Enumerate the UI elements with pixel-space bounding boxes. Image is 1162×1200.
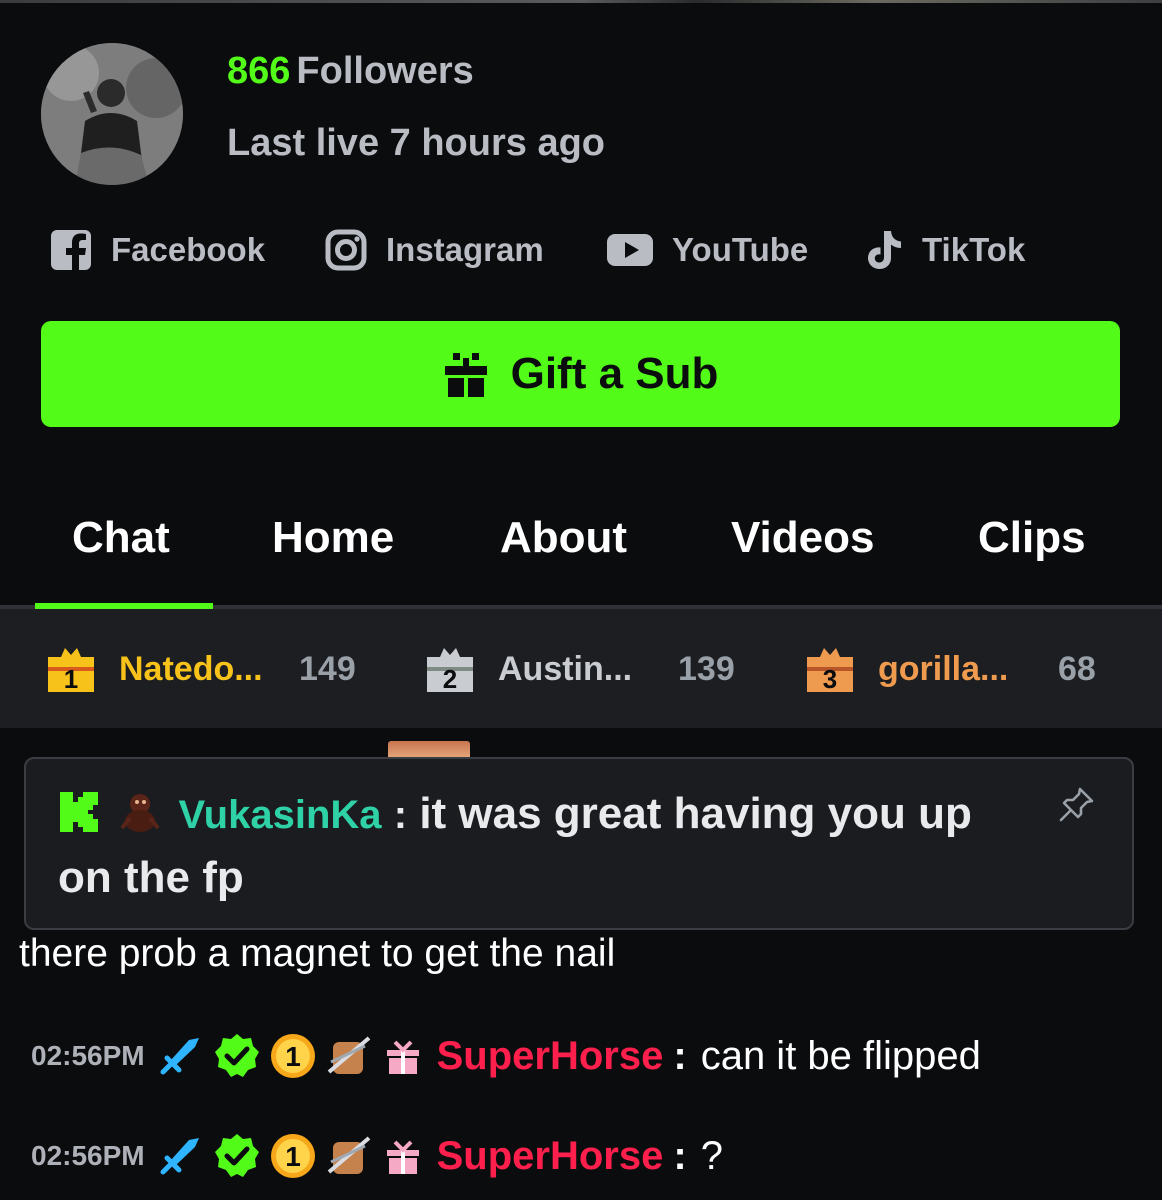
subscriber-month-1-badge-icon: 1 bbox=[270, 1034, 315, 1078]
pinned-text-line-1: it was great having you up bbox=[419, 789, 972, 838]
svg-text:1: 1 bbox=[285, 1041, 301, 1072]
leaderboard-entry-2[interactable]: 2 Austin... 139 bbox=[426, 641, 735, 697]
pinned-text-line-2: on the fp bbox=[58, 853, 244, 902]
tiktok-label: TikTok bbox=[922, 231, 1026, 268]
rank-number: 3 bbox=[823, 664, 837, 693]
instagram-icon bbox=[325, 229, 367, 271]
leaderboard-name: Natedo... bbox=[119, 649, 263, 688]
rank-number: 1 bbox=[64, 664, 78, 693]
youtube-label: YouTube bbox=[672, 231, 809, 268]
instagram-label: Instagram bbox=[386, 231, 544, 268]
leaderboard-entry-3[interactable]: 3 gorilla... 68 bbox=[806, 641, 1096, 697]
chat-message-text: there prob a magnet to get the nail bbox=[19, 932, 616, 975]
tiktok-link[interactable]: TikTok bbox=[864, 227, 1025, 273]
sword-badge-icon bbox=[160, 1038, 199, 1075]
rank-3-gift-icon: 3 bbox=[807, 648, 853, 693]
gift-sub-button[interactable]: Gift a Sub bbox=[41, 321, 1120, 427]
tab-clips[interactable]: Clips bbox=[978, 513, 1086, 563]
followers-number: 866 bbox=[227, 50, 291, 92]
instagram-link[interactable]: Instagram bbox=[324, 227, 544, 273]
verified-badge-icon bbox=[214, 1134, 259, 1177]
pinned-separator: : bbox=[393, 793, 408, 837]
chat-message-text: ? bbox=[700, 1133, 723, 1178]
chat-message[interactable]: 02:56PM 1 SuperHorse : can it be flipped bbox=[31, 1026, 981, 1086]
followers-count: 866 Followers bbox=[227, 50, 474, 93]
gift-icon bbox=[444, 353, 487, 397]
video-edge bbox=[0, 0, 1162, 3]
chat-separator: : bbox=[673, 1033, 687, 1078]
tiktok-icon bbox=[868, 231, 901, 269]
verified-badge-icon bbox=[214, 1034, 259, 1077]
last-live-status: Last live 7 hours ago bbox=[227, 122, 605, 164]
rank-number: 2 bbox=[443, 664, 457, 693]
pin-icon[interactable] bbox=[1058, 785, 1096, 823]
emote-image bbox=[388, 741, 470, 757]
leaderboard-score: 68 bbox=[1058, 649, 1096, 688]
rank-2-gift-icon: 2 bbox=[427, 648, 473, 693]
leaderboard-score: 139 bbox=[678, 649, 735, 688]
channel-page: 866 Followers Last live 7 hours ago Faceb… bbox=[0, 0, 1162, 1200]
gift-leaderboard: 1 Natedo... 149 2 Austin... 139 3 gorill… bbox=[0, 609, 1162, 728]
subscriber-month-1-badge-icon: 1 bbox=[270, 1134, 315, 1178]
facebook-link[interactable]: Facebook bbox=[49, 227, 265, 273]
emote-badge-icon bbox=[327, 1036, 370, 1074]
youtube-link[interactable]: YouTube bbox=[606, 227, 808, 273]
leaderboard-entry-1[interactable]: 1 Natedo... 149 bbox=[47, 641, 356, 697]
message-timestamp: 02:56PM bbox=[31, 1140, 145, 1171]
chat-message-text: can it be flipped bbox=[700, 1033, 981, 1078]
leaderboard-name: Austin... bbox=[498, 649, 633, 688]
youtube-icon bbox=[607, 234, 653, 266]
chat-separator: : bbox=[673, 1133, 687, 1178]
monkey-badge-icon bbox=[120, 794, 160, 832]
tab-chat[interactable]: Chat bbox=[72, 513, 170, 563]
avatar[interactable] bbox=[41, 43, 183, 185]
message-timestamp: 02:56PM bbox=[31, 1040, 145, 1071]
pinned-message-line-1: VukasinKa : it was great having you up bbox=[58, 789, 972, 839]
tab-videos[interactable]: Videos bbox=[731, 513, 874, 563]
gift-badge-icon bbox=[386, 1040, 419, 1074]
avatar-photo bbox=[41, 43, 183, 185]
followers-label: Followers bbox=[296, 50, 474, 92]
sword-badge-icon bbox=[160, 1138, 199, 1175]
rank-1-gift-icon: 1 bbox=[48, 648, 94, 693]
tab-about[interactable]: About bbox=[500, 513, 627, 563]
chat-message[interactable]: 02:56PM 1 SuperHorse : ? bbox=[31, 1126, 723, 1186]
pinned-message[interactable]: VukasinKa : it was great having you up o… bbox=[24, 757, 1134, 930]
facebook-icon bbox=[51, 230, 91, 272]
svg-text:1: 1 bbox=[285, 1141, 301, 1172]
facebook-label: Facebook bbox=[111, 231, 266, 268]
emote-badge-icon bbox=[327, 1136, 370, 1174]
leaderboard-name: gorilla... bbox=[878, 649, 1009, 688]
chat-username[interactable]: SuperHorse bbox=[437, 1134, 664, 1179]
gift-sub-label: Gift a Sub bbox=[510, 349, 719, 398]
tab-home[interactable]: Home bbox=[272, 513, 394, 563]
chat-username[interactable]: SuperHorse bbox=[437, 1034, 664, 1079]
gift-badge-icon bbox=[386, 1140, 419, 1174]
pinned-username[interactable]: VukasinKa bbox=[178, 793, 381, 837]
kick-logo-icon bbox=[60, 792, 98, 832]
leaderboard-score: 149 bbox=[299, 649, 356, 688]
